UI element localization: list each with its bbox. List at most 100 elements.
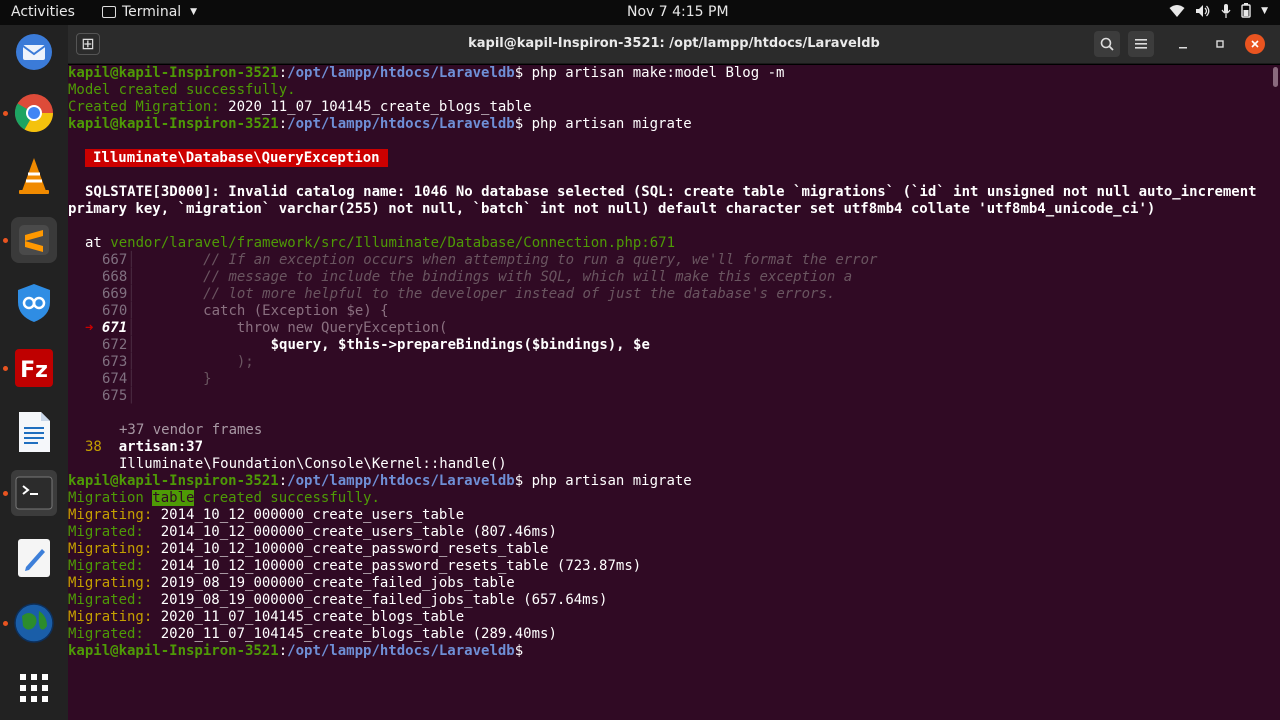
scrollbar-thumb[interactable] [1273,67,1278,87]
prompt-line: kapil@kapil-Inspiron-3521:/opt/lampp/htd… [68,643,532,659]
migration-line: Migrated: 2014_10_12_000000_create_users… [68,524,557,540]
dock-vpn[interactable] [11,280,57,326]
hamburger-icon [1135,39,1147,49]
wifi-icon [1169,4,1185,17]
code-line: 673│ ); [102,354,254,370]
app-menu[interactable]: Terminal ▼ [102,4,197,20]
dock-show-apps[interactable] [11,665,57,711]
dock-thunderbird[interactable] [11,29,57,75]
sublime-icon [19,225,49,255]
vlc-icon [19,158,49,194]
prompt-user-host: kapil@kapil-Inspiron-3521 [68,65,279,81]
system-tray[interactable]: ▼ [1169,3,1268,18]
minimize-icon [1179,47,1187,49]
prompt-path: /opt/lampp/htdocs/Laraveldb [287,65,515,81]
migration-line: Migrated: 2019_08_19_000000_create_faile… [68,592,608,608]
thunderbird-icon [16,34,52,70]
search-icon [1100,37,1114,51]
code-line-highlighted: ➜ 671│ throw new QueryException( [85,320,448,336]
dock-sublime[interactable] [11,217,57,263]
output-line: Migration table created successfully. [68,490,380,506]
frame-number: 38 [85,439,102,455]
prompt-path: /opt/lampp/htdocs/Laraveldb [287,116,515,132]
text-editor-icon [18,539,50,577]
dock-chrome[interactable] [11,90,57,136]
migration-line: Migrating: 2014_10_12_100000_create_pass… [68,541,549,557]
dock: Fz [0,25,68,720]
terminal-scrollbar[interactable] [1270,65,1280,720]
svg-text:Fz: Fz [20,358,48,383]
menu-button[interactable] [1128,31,1154,57]
top-bar: Activities Terminal ▼ Nov 7 4:15 PM ▼ [0,0,1280,25]
show-apps-icon [20,674,48,702]
trace-path: vendor/laravel/framework/src/Illuminate/… [110,235,676,251]
migration-line: Migrating: 2019_08_19_000000_create_fail… [68,575,515,591]
code-line: 667│ // If an exception occurs when atte… [102,252,878,268]
dock-terminal[interactable] [11,470,57,516]
command-text: php artisan make:model Blog -m [531,65,785,81]
close-icon [1251,40,1259,48]
code-line: 674│ } [102,371,212,387]
running-indicator [3,491,8,496]
prompt-line: kapil@kapil-Inspiron-3521:/opt/lampp/htd… [68,116,692,132]
running-indicator [3,366,8,371]
terminal-output[interactable]: kapil@kapil-Inspiron-3521:/opt/lampp/htd… [68,65,1270,720]
exception-badge: Illuminate\Database\QueryException [85,149,388,167]
error-message: primary key, `migration` varchar(255) no… [68,201,1156,217]
running-indicator [3,111,8,116]
command-text: php artisan migrate [531,473,692,489]
volume-icon [1196,4,1210,17]
terminal-icon [15,476,53,510]
code-line: 670│ catch (Exception $e) { [102,303,389,319]
prompt-path: /opt/lampp/htdocs/Laraveldb [287,473,515,489]
filezilla-icon: Fz [15,349,53,387]
prompt-line: kapil@kapil-Inspiron-3521:/opt/lampp/htd… [68,65,785,81]
chevron-down-icon: ▼ [190,7,198,17]
code-line: 672│ $query, $this->prepareBindings($bin… [102,337,650,353]
prompt-path: /opt/lampp/htdocs/Laraveldb [287,643,515,659]
dock-globe[interactable] [11,600,57,646]
vendor-frames: +37 vendor frames [119,422,263,438]
trace-frame-call: Illuminate\Foundation\Console\Kernel::ha… [119,456,507,472]
battery-icon [1241,3,1251,18]
activities-button[interactable]: Activities [11,4,75,20]
dock-vlc[interactable] [11,153,57,199]
output-value: 2020_11_07_104145_create_blogs_table [228,99,532,115]
output-line: Created Migration: 2020_11_07_104145_cre… [68,99,532,116]
prompt-user-host: kapil@kapil-Inspiron-3521 [68,116,279,132]
prompt-user-host: kapil@kapil-Inspiron-3521 [68,643,279,659]
running-indicator [3,621,8,626]
output-line: Model created successfully. [68,82,296,98]
globe-icon [14,603,54,643]
close-button[interactable] [1245,34,1265,54]
search-button[interactable] [1094,31,1120,57]
command-text: php artisan migrate [531,116,692,132]
dock-writer[interactable] [11,409,57,455]
prompt-line: kapil@kapil-Inspiron-3521:/opt/lampp/htd… [68,473,692,489]
microphone-icon [1221,3,1231,18]
clock[interactable]: Nov 7 4:15 PM [627,4,729,20]
trace-at-label: at [85,235,102,251]
trace-location: at vendor/laravel/framework/src/Illumina… [85,235,675,252]
window-titlebar[interactable]: ⊞ kapil@kapil-Inspiron-3521: /opt/lampp/… [68,25,1280,64]
prompt-user-host: kapil@kapil-Inspiron-3521 [68,473,279,489]
vpn-icon [18,284,50,322]
maximize-button[interactable] [1207,31,1233,57]
migration-line: Migrated: 2014_10_12_100000_create_passw… [68,558,642,574]
dock-filezilla[interactable]: Fz [11,345,57,391]
code-line: 675│ [102,388,136,404]
minimize-button[interactable] [1170,31,1196,57]
text-selection[interactable]: table [152,490,195,506]
running-indicator [3,238,8,243]
arrow-right-icon: ➜ [85,320,94,336]
migration-line: Migrating: 2020_11_07_104145_create_blog… [68,609,465,625]
migration-line: Migrating: 2014_10_12_000000_create_user… [68,507,465,523]
error-message: SQLSTATE[3D000]: Invalid catalog name: 1… [85,184,1257,200]
code-line: 668│ // message to include the bindings … [102,269,853,285]
chevron-down-icon: ▼ [1261,5,1268,16]
migration-line: Migrated: 2020_11_07_104145_create_blogs… [68,626,557,642]
app-menu-label: Terminal [122,4,182,20]
code-line: 669│ // lot more helpful to the develope… [102,286,836,302]
writer-icon [19,412,50,452]
dock-text-editor[interactable] [11,535,57,581]
